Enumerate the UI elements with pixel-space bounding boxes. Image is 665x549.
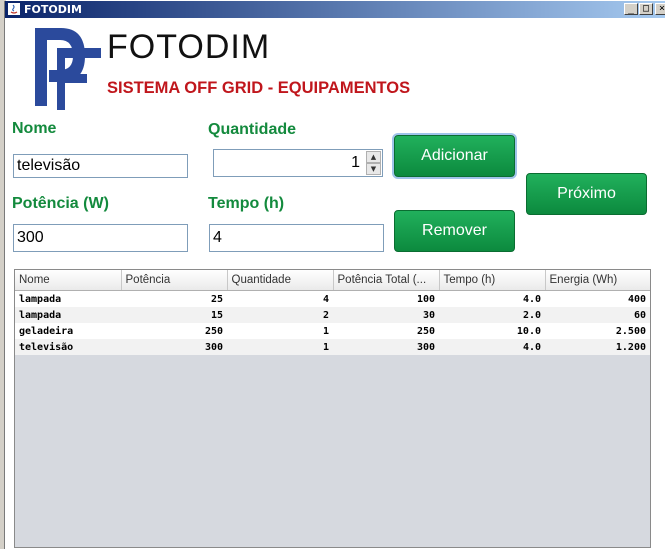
remover-button[interactable]: Remover — [394, 210, 515, 252]
cell-tempo: 10.0 — [516, 325, 541, 337]
app-window: FOTODIM _ □ × FOTODIM SISTEMA OFF GRID -… — [4, 1, 665, 549]
maximize-button[interactable]: □ — [639, 3, 653, 15]
quantidade-label: Quantidade — [208, 121, 297, 138]
nome-label: Nome — [12, 120, 57, 137]
close-button[interactable]: × — [655, 3, 665, 15]
cell-potencia: 250 — [204, 325, 223, 337]
cell-quantidade: 1 — [322, 325, 329, 337]
column-header-energia[interactable]: Energia (Wh) — [545, 270, 650, 291]
fotodim-logo-icon — [35, 28, 101, 110]
brand-name: FOTODIM — [107, 28, 271, 66]
cell-potencia: 25 — [210, 293, 223, 305]
column-header-quantidade[interactable]: Quantidade — [227, 270, 334, 291]
table-row[interactable]: televisão 300 1 300 4.0 1.200 — [15, 339, 650, 355]
spinner-down-arrow-icon[interactable]: ▼ — [366, 163, 381, 175]
table-row[interactable]: lampada 25 4 100 4.0 400 — [15, 291, 650, 308]
cell-potencia-total: 30 — [333, 307, 439, 323]
spinner-up-arrow-icon[interactable]: ▲ — [366, 151, 381, 163]
cell-energia: 1.200 — [545, 339, 650, 355]
cell-quantidade: 1 — [227, 339, 333, 355]
window-title: FOTODIM — [24, 3, 82, 16]
java-app-icon — [8, 3, 20, 15]
cell-nome: geladeira — [19, 325, 74, 337]
cell-tempo: 2.0 — [439, 307, 545, 323]
cell-nome: televisão — [15, 339, 121, 355]
tempo-input[interactable] — [209, 224, 384, 252]
potencia-input[interactable] — [13, 224, 188, 252]
proximo-button[interactable]: Próximo — [526, 173, 647, 215]
tempo-label: Tempo (h) — [208, 195, 285, 212]
cell-energia: 2.500 — [615, 325, 646, 337]
brand-subtitle: SISTEMA OFF GRID - EQUIPAMENTOS — [107, 79, 411, 97]
cell-potencia-total: 100 — [416, 293, 435, 305]
column-header-tempo[interactable]: Tempo (h) — [439, 270, 546, 291]
cell-potencia-total: 250 — [416, 325, 435, 337]
cell-quantidade: 2 — [227, 307, 333, 323]
title-bar[interactable]: FOTODIM _ □ × — [5, 1, 665, 18]
cell-nome: lampada — [19, 293, 62, 305]
column-header-nome[interactable]: Nome — [15, 270, 122, 291]
quantidade-value: 1 — [351, 154, 360, 171]
cell-tempo: 4.0 — [439, 339, 545, 355]
cell-potencia-total: 300 — [333, 339, 439, 355]
cell-tempo: 4.0 — [522, 293, 541, 305]
cell-potencia: 300 — [121, 339, 227, 355]
main-panel: FOTODIM SISTEMA OFF GRID - EQUIPAMENTOS … — [5, 18, 665, 549]
table-row[interactable]: lampada 15 2 30 2.0 60 — [15, 307, 650, 323]
cell-energia: 60 — [545, 307, 650, 323]
table-row[interactable]: geladeira 250 1 250 10.0 2.500 — [15, 323, 650, 339]
cell-energia: 400 — [627, 293, 646, 305]
cell-nome: lampada — [15, 307, 121, 323]
cell-quantidade: 4 — [322, 293, 329, 305]
column-header-potencia-total[interactable]: Potência Total (... — [333, 270, 440, 291]
potencia-label: Potência (W) — [12, 195, 109, 212]
column-header-potencia[interactable]: Potência — [121, 270, 228, 291]
minimize-button[interactable]: _ — [624, 3, 638, 15]
quantidade-spinner[interactable]: 1 ▲ ▼ — [213, 149, 383, 177]
table-header-row: Nome Potência Quantidade Potência Total … — [15, 270, 650, 291]
nome-input[interactable] — [13, 154, 188, 178]
cell-potencia: 15 — [121, 307, 227, 323]
adicionar-button[interactable]: Adicionar — [394, 135, 515, 177]
equipment-table[interactable]: Nome Potência Quantidade Potência Total … — [14, 269, 651, 548]
